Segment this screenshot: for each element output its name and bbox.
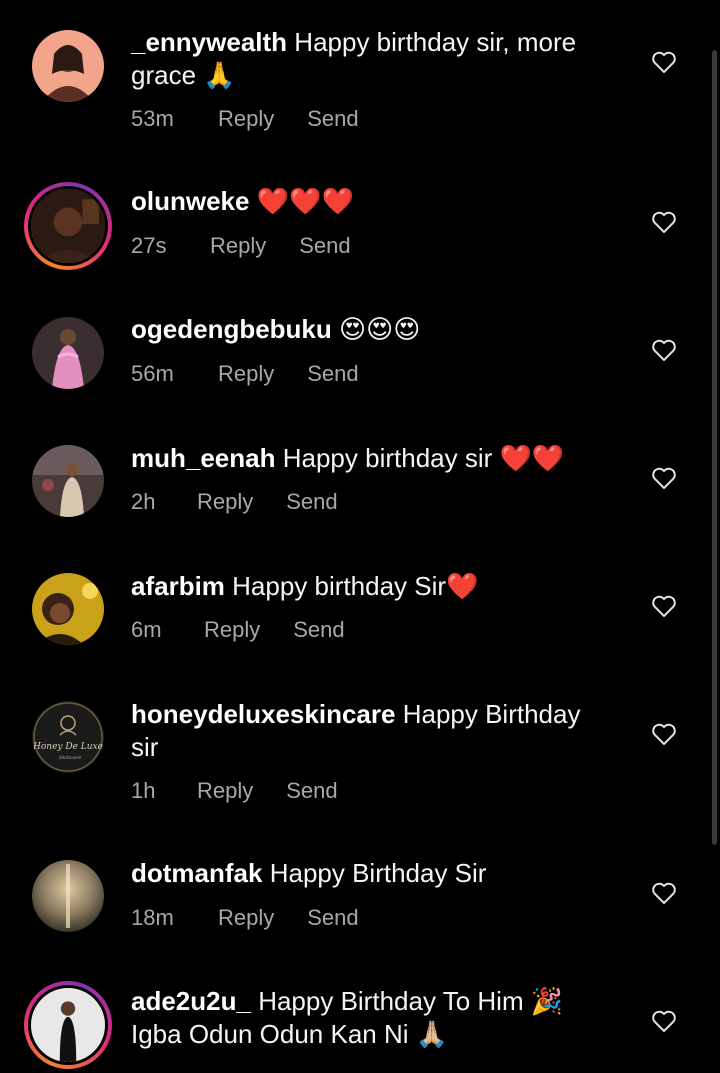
reply-button[interactable]: Reply: [197, 778, 253, 804]
heart-outline-icon[interactable]: [651, 594, 677, 618]
comment-text: olunweke ❤️❤️❤️: [131, 185, 601, 218]
comment-username[interactable]: _ennywealth: [131, 27, 287, 57]
comment-text: ogedengbebuku 😍😍😍: [131, 313, 601, 346]
comment-meta: 18m Reply Send: [131, 905, 359, 931]
comment-username[interactable]: ade2u2u_: [131, 986, 251, 1016]
comment-body: ❤️❤️❤️: [256, 186, 354, 216]
comment-meta: 1h Reply Send: [131, 778, 338, 804]
avatar[interactable]: [24, 981, 112, 1069]
avatar[interactable]: [32, 573, 104, 645]
comment-body: 😍😍😍: [339, 314, 421, 344]
heart-outline-icon[interactable]: [651, 210, 677, 234]
comment-time: 1h: [131, 778, 156, 803]
comment-username[interactable]: afarbim: [131, 571, 225, 601]
comment-body: Happy Birthday Sir: [269, 858, 487, 888]
send-button[interactable]: Send: [299, 233, 350, 259]
avatar-image: [32, 30, 104, 102]
avatar[interactable]: [32, 317, 104, 389]
comment-meta: 56m Reply Send: [131, 361, 359, 387]
send-button[interactable]: Send: [293, 617, 344, 643]
send-button[interactable]: Send: [286, 489, 337, 515]
comment-meta: 6m Reply Send: [131, 617, 345, 643]
comment-meta: 27s Reply Send: [131, 233, 351, 259]
comment-username[interactable]: olunweke: [131, 186, 249, 216]
reply-button[interactable]: Reply: [218, 361, 274, 387]
comment-text: ade2u2u_ Happy Birthday To Him 🎉 Igba Od…: [131, 985, 601, 1051]
comment-text: honeydeluxeskincare Happy Birthday sir: [131, 698, 601, 764]
heart-outline-icon[interactable]: [651, 1009, 677, 1033]
scrollbar[interactable]: [712, 50, 717, 845]
comment-username[interactable]: honeydeluxeskincare: [131, 699, 395, 729]
avatar-logo-text: Honey De Luxe: [32, 742, 103, 752]
avatar-image: [31, 189, 105, 263]
comment-meta: 53m Reply Send: [131, 106, 359, 132]
comment-time: 6m: [131, 617, 162, 642]
reply-button[interactable]: Reply: [204, 617, 260, 643]
avatar-image: Honey De Luxe Skincare: [32, 701, 104, 773]
avatar-image: [32, 860, 104, 932]
avatar-image: [32, 573, 104, 645]
reply-button[interactable]: Reply: [197, 489, 253, 515]
comment-text: _ennywealth Happy birthday sir, more gra…: [131, 26, 601, 92]
send-button[interactable]: Send: [307, 106, 358, 132]
comment-time: 2h: [131, 489, 156, 514]
avatar[interactable]: [32, 445, 104, 517]
heart-outline-icon[interactable]: [651, 466, 677, 490]
heart-outline-icon[interactable]: [651, 881, 677, 905]
heart-outline-icon[interactable]: [651, 338, 677, 362]
reply-button[interactable]: Reply: [210, 233, 266, 259]
send-button[interactable]: Send: [286, 778, 337, 804]
reply-button[interactable]: Reply: [218, 905, 274, 931]
avatar-logo-subtext: Skincare: [59, 755, 81, 761]
comment-username[interactable]: dotmanfak: [131, 858, 262, 888]
comment-time: 56m: [131, 361, 174, 386]
send-button[interactable]: Send: [307, 361, 358, 387]
send-button[interactable]: Send: [307, 905, 358, 931]
heart-outline-icon[interactable]: [651, 50, 677, 74]
avatar[interactable]: Honey De Luxe Skincare: [32, 701, 104, 773]
comment-meta: 2h Reply Send: [131, 489, 338, 515]
avatar[interactable]: [32, 860, 104, 932]
comment-text: afarbim Happy birthday Sir❤️: [131, 570, 601, 603]
heart-outline-icon[interactable]: [651, 722, 677, 746]
comment-body: Happy birthday sir ❤️❤️: [282, 443, 565, 473]
avatar-image: [32, 317, 104, 389]
comment-username[interactable]: ogedengbebuku: [131, 314, 332, 344]
comment-time: 18m: [131, 905, 174, 930]
comment-username[interactable]: muh_eenah: [131, 443, 276, 473]
avatar-image: [31, 988, 105, 1062]
avatar[interactable]: [32, 30, 104, 102]
comment-body: Happy birthday Sir❤️: [232, 571, 479, 601]
avatar[interactable]: [24, 182, 112, 270]
reply-button[interactable]: Reply: [218, 106, 274, 132]
comment-text: muh_eenah Happy birthday sir ❤️❤️: [131, 442, 601, 475]
comment-time: 27s: [131, 233, 167, 258]
avatar-image: [32, 445, 104, 517]
comment-time: 53m: [131, 106, 174, 131]
comment-text: dotmanfak Happy Birthday Sir: [131, 857, 601, 890]
